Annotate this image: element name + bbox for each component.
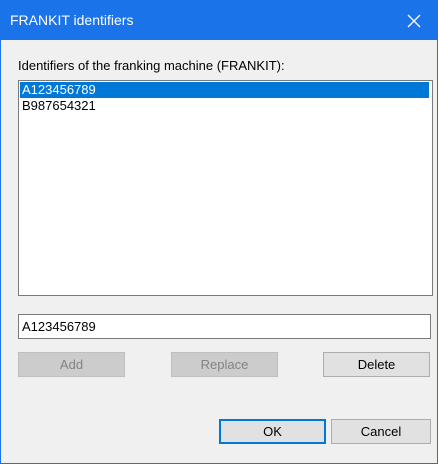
ok-button[interactable]: OK [219,419,326,444]
identifier-input[interactable] [18,314,431,339]
close-icon [407,14,421,27]
identifiers-label: Identifiers of the franking machine (FRA… [18,58,285,73]
identifiers-listbox[interactable]: A123456789 B987654321 [18,80,433,296]
list-item[interactable]: A123456789 [20,82,429,98]
close-button[interactable] [391,1,437,40]
frankit-identifiers-dialog: FRANKIT identifiers Identifiers of the f… [0,0,438,464]
cancel-button[interactable]: Cancel [331,419,431,444]
replace-button[interactable]: Replace [171,352,278,377]
delete-button[interactable]: Delete [323,352,430,377]
dialog-title: FRANKIT identifiers [10,12,134,28]
title-bar: FRANKIT identifiers [1,1,437,40]
add-button[interactable]: Add [18,352,125,377]
list-item[interactable]: B987654321 [20,98,429,114]
